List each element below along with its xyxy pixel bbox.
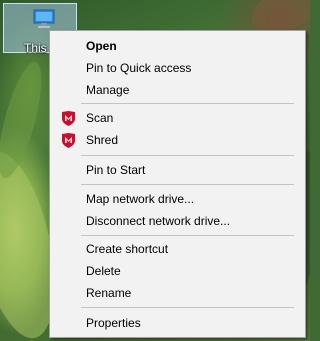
menu-separator — [81, 307, 294, 308]
menu-item-shred[interactable]: Shred — [52, 129, 303, 151]
mcafee-shield-icon — [62, 111, 75, 126]
menu-item-disconnect-network-drive[interactable]: Disconnect network drive... — [52, 210, 303, 232]
menu-item-scan[interactable]: Scan — [52, 107, 303, 129]
menu-item-rename[interactable]: Rename — [52, 282, 303, 304]
menu-item-open[interactable]: Open — [52, 35, 303, 57]
computer-icon — [33, 9, 55, 28]
menu-item-map-network-drive[interactable]: Map network drive... — [52, 188, 303, 210]
menu-separator — [81, 184, 294, 185]
menu-separator — [81, 103, 294, 104]
mcafee-shield-icon — [62, 133, 75, 148]
menu-item-create-shortcut[interactable]: Create shortcut — [52, 238, 303, 260]
context-menu: Open Pin to Quick access Manage Scan Shr… — [49, 30, 306, 338]
wallpaper-leaf — [0, 58, 51, 182]
menu-item-properties[interactable]: Properties — [52, 312, 303, 334]
menu-separator — [81, 235, 294, 236]
menu-item-pin-quick-access[interactable]: Pin to Quick access — [52, 57, 303, 79]
menu-item-shred-label: Shred — [86, 133, 119, 147]
menu-item-scan-label: Scan — [86, 111, 114, 125]
menu-item-delete[interactable]: Delete — [52, 260, 303, 282]
menu-item-pin-start[interactable]: Pin to Start — [52, 159, 303, 181]
menu-item-manage[interactable]: Manage — [52, 79, 303, 101]
menu-separator — [81, 155, 294, 156]
